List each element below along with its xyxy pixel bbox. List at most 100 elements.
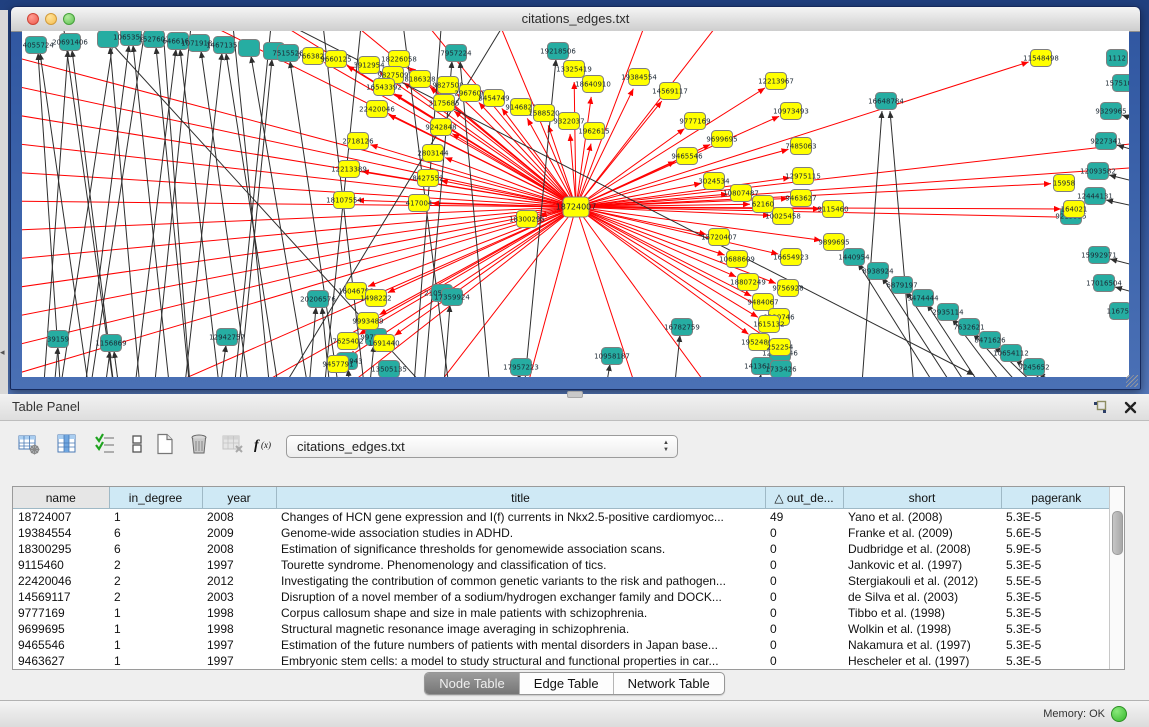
table-cell[interactable]: 5.3E-5 bbox=[1001, 653, 1111, 669]
graph-node[interactable]: 1440954 bbox=[838, 249, 870, 266]
table-cell[interactable]: Stergiakouli et al. (2012) bbox=[843, 573, 1001, 589]
table-cell[interactable]: 9463627 bbox=[13, 653, 109, 669]
table-cell[interactable]: 9777169 bbox=[13, 605, 109, 621]
table-cell[interactable]: Structural magnetic resonance image aver… bbox=[276, 621, 765, 637]
row-height-button[interactable] bbox=[122, 431, 152, 461]
graph-node[interactable]: 2935114 bbox=[932, 304, 964, 321]
table-cell[interactable]: 2008 bbox=[202, 541, 276, 557]
collapse-panel-icon[interactable]: ◂ bbox=[0, 348, 5, 357]
table-cell[interactable]: 2 bbox=[109, 557, 202, 573]
graph-node[interactable]: 15958 bbox=[1053, 175, 1075, 192]
column-header-name[interactable]: name bbox=[13, 487, 109, 509]
table-cell[interactable]: 5.5E-5 bbox=[1001, 573, 1111, 589]
graph-node[interactable]: 417004 bbox=[406, 195, 433, 212]
table-cell[interactable]: 2012 bbox=[202, 573, 276, 589]
graph-node[interactable]: 2718126 bbox=[342, 133, 374, 150]
tab-node-table[interactable]: Node Table bbox=[425, 673, 519, 694]
table-row[interactable]: 1938455462009Genome-wide association stu… bbox=[13, 525, 1111, 541]
graph-node[interactable]: 9329965 bbox=[1095, 103, 1126, 120]
table-cell[interactable]: 14569117 bbox=[13, 589, 109, 605]
function-builder-button[interactable]: f(x) bbox=[250, 431, 280, 461]
column-header-out_de[interactable]: △ out_de... bbox=[765, 487, 843, 509]
table-cell[interactable]: 2008 bbox=[202, 509, 276, 526]
network-window-titlebar[interactable]: citations_edges.txt bbox=[11, 7, 1140, 32]
column-header-in_degree[interactable]: in_degree bbox=[109, 487, 202, 509]
table-row[interactable]: 946554611997Estimation of the future num… bbox=[13, 637, 1111, 653]
graph-node[interactable]: 62160 bbox=[752, 196, 774, 213]
table-row[interactable]: 911546021997Tourette syndrome. Phenomeno… bbox=[13, 557, 1111, 573]
table-cell[interactable]: Tourette syndrome. Phenomenology and cla… bbox=[276, 557, 765, 573]
graph-node[interactable]: 9777169 bbox=[679, 113, 710, 130]
table-cell[interactable]: 2 bbox=[109, 589, 202, 605]
table-cell[interactable]: 1997 bbox=[202, 637, 276, 653]
node-table[interactable]: namein_degreeyeartitle△ out_de...shortpa… bbox=[13, 487, 1111, 669]
table-cell[interactable]: 1 bbox=[109, 637, 202, 653]
graph-node[interactable]: 9115460 bbox=[817, 201, 848, 218]
table-cell[interactable]: Genome-wide association studies in ADHD. bbox=[276, 525, 765, 541]
table-cell[interactable]: 18300295 bbox=[13, 541, 109, 557]
table-cell[interactable]: 0 bbox=[765, 605, 843, 621]
table-cell[interactable]: Investigating the contribution of common… bbox=[276, 573, 765, 589]
table-cell[interactable]: 1997 bbox=[202, 557, 276, 573]
graph-node[interactable]: 252254 bbox=[767, 339, 794, 356]
table-cell[interactable]: 1 bbox=[109, 621, 202, 637]
table-cell[interactable]: 0 bbox=[765, 525, 843, 541]
graph-node[interactable] bbox=[239, 40, 260, 57]
table-cell[interactable]: de Silva et al. (2003) bbox=[843, 589, 1001, 605]
float-panel-icon[interactable] bbox=[1091, 398, 1109, 416]
graph-node[interactable]: 15992971 bbox=[1081, 247, 1117, 264]
table-scrollbar[interactable] bbox=[1109, 487, 1124, 669]
column-header-year[interactable]: year bbox=[202, 487, 276, 509]
graph-node[interactable]: 14569117 bbox=[652, 83, 688, 100]
table-cell[interactable]: 9115460 bbox=[13, 557, 109, 573]
show-columns-button[interactable] bbox=[52, 431, 82, 461]
graph-node[interactable]: 9699695 bbox=[706, 131, 737, 148]
table-cell[interactable]: 1998 bbox=[202, 605, 276, 621]
panel-divider-grip[interactable] bbox=[567, 391, 583, 398]
network-window[interactable]: citations_edges.txt 24055724206914061065… bbox=[10, 6, 1141, 390]
graph-node[interactable]: 12975115 bbox=[785, 168, 821, 185]
table-cell[interactable]: 5.6E-5 bbox=[1001, 525, 1111, 541]
table-cell[interactable]: 1997 bbox=[202, 653, 276, 669]
table-row[interactable]: 1830029562008Estimation of significance … bbox=[13, 541, 1111, 557]
graph-node[interactable]: 12213389 bbox=[331, 161, 367, 178]
table-scrollbar-thumb[interactable] bbox=[1112, 511, 1123, 555]
table-cell[interactable]: 2009 bbox=[202, 525, 276, 541]
table-cell[interactable]: 0 bbox=[765, 653, 843, 669]
graph-node[interactable]: 9484067 bbox=[747, 294, 778, 311]
column-header-short[interactable]: short bbox=[843, 487, 1001, 509]
graph-node[interactable]: 20691406 bbox=[52, 34, 88, 51]
table-cell[interactable]: Hescheler et al. (1997) bbox=[843, 653, 1001, 669]
graph-node[interactable]: 12213967 bbox=[758, 73, 794, 90]
table-cell[interactable]: Franke et al. (2009) bbox=[843, 525, 1001, 541]
graph-node[interactable]: 16654923 bbox=[773, 249, 809, 266]
table-cell[interactable]: 5.3E-5 bbox=[1001, 605, 1111, 621]
table-cell[interactable]: Tibbo et al. (1998) bbox=[843, 605, 1001, 621]
tab-edge-table[interactable]: Edge Table bbox=[519, 673, 613, 694]
table-cell[interactable]: Wolkin et al. (1998) bbox=[843, 621, 1001, 637]
graph-node[interactable]: 16782759 bbox=[664, 319, 700, 336]
table-cell[interactable]: 0 bbox=[765, 541, 843, 557]
table-row[interactable]: 2242004622012Investigating the contribut… bbox=[13, 573, 1111, 589]
graph-node[interactable]: 18107554 bbox=[326, 192, 362, 209]
graph-node[interactable]: 9227341 bbox=[1090, 133, 1121, 150]
column-header-pagerank[interactable]: pagerank bbox=[1001, 487, 1111, 509]
table-cell[interactable]: Estimation of significance thresholds fo… bbox=[276, 541, 765, 557]
table-cell[interactable]: 5.3E-5 bbox=[1001, 637, 1111, 653]
table-cell[interactable]: 6 bbox=[109, 541, 202, 557]
network-canvas[interactable]: 2405572420691406106535271527602646616010… bbox=[22, 31, 1129, 377]
graph-node[interactable]: 1112 bbox=[1107, 50, 1128, 67]
table-cell[interactable]: Changes of HCN gene expression and I(f) … bbox=[276, 509, 765, 526]
table-cell[interactable]: Embryonic stem cells: a model to study s… bbox=[276, 653, 765, 669]
graph-node[interactable]: 18226058 bbox=[381, 51, 417, 68]
table-cell[interactable]: 1 bbox=[109, 509, 202, 526]
table-cell[interactable]: 0 bbox=[765, 573, 843, 589]
column-header-title[interactable]: title bbox=[276, 487, 765, 509]
graph-node[interactable]: 7485063 bbox=[785, 138, 816, 155]
graph-node[interactable]: 17957223 bbox=[503, 359, 539, 376]
table-cell[interactable]: 2 bbox=[109, 573, 202, 589]
graph-node[interactable]: 9756928 bbox=[772, 280, 803, 297]
table-cell[interactable]: 5.3E-5 bbox=[1001, 509, 1111, 526]
table-cell[interactable]: 0 bbox=[765, 637, 843, 653]
table-row[interactable]: 1456911722003Disruption of a novel membe… bbox=[13, 589, 1111, 605]
